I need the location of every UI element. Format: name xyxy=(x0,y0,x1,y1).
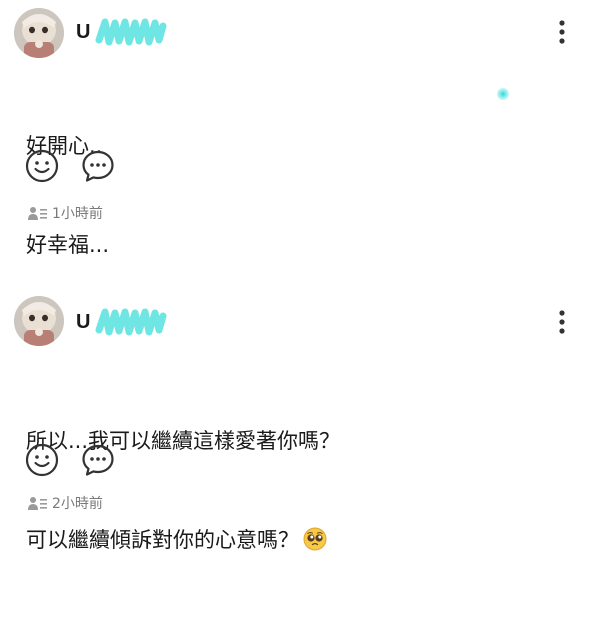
more-options-button[interactable] xyxy=(552,16,572,48)
comment-button[interactable] xyxy=(80,442,116,478)
people-list-icon xyxy=(28,207,47,220)
smiley-icon xyxy=(25,443,59,477)
author-row[interactable]: U xyxy=(76,14,167,50)
author-name[interactable]: U xyxy=(76,21,91,44)
post: U 所以...我可以繼續這樣愛著你嗎？ 可以繼續傾訴對你的心意嗎？ 2小時前 xyxy=(0,290,590,552)
author-name[interactable]: U xyxy=(76,311,91,334)
pleading-face-emoji xyxy=(303,527,327,561)
react-button[interactable] xyxy=(24,148,60,184)
post-content: 好開心.. 好幸福... xyxy=(26,64,109,328)
post-time: 2小時前 xyxy=(52,496,103,512)
avatar[interactable] xyxy=(14,8,64,58)
comment-button[interactable] xyxy=(80,148,116,184)
post-actions xyxy=(24,148,116,184)
people-list-icon xyxy=(28,497,47,510)
react-button[interactable] xyxy=(24,442,60,478)
redaction-scribble xyxy=(95,18,167,46)
author-row[interactable]: U xyxy=(76,304,167,340)
post-time: 1小時前 xyxy=(52,206,103,222)
post-meta: 2小時前 xyxy=(28,493,103,513)
post-actions xyxy=(24,442,116,478)
vertical-dots-icon xyxy=(559,20,565,44)
vertical-dots-icon xyxy=(559,310,565,334)
post-content-line-text: 可以繼續傾訴對你的心意嗎？ xyxy=(26,528,299,552)
chat-bubble-icon xyxy=(82,150,114,182)
smiley-icon xyxy=(25,149,59,183)
post-content-line: 可以繼續傾訴對你的心意嗎？ xyxy=(26,524,340,561)
post-content-line: 好幸福... xyxy=(26,233,110,257)
post-meta: 1小時前 xyxy=(28,203,103,223)
cyan-dot xyxy=(497,88,509,100)
chat-bubble-icon xyxy=(82,444,114,476)
redaction-scribble xyxy=(95,308,167,336)
more-options-button[interactable] xyxy=(552,306,572,338)
avatar[interactable] xyxy=(14,296,64,346)
post: U 好開心.. 好幸福... 1小時前 xyxy=(0,0,590,257)
